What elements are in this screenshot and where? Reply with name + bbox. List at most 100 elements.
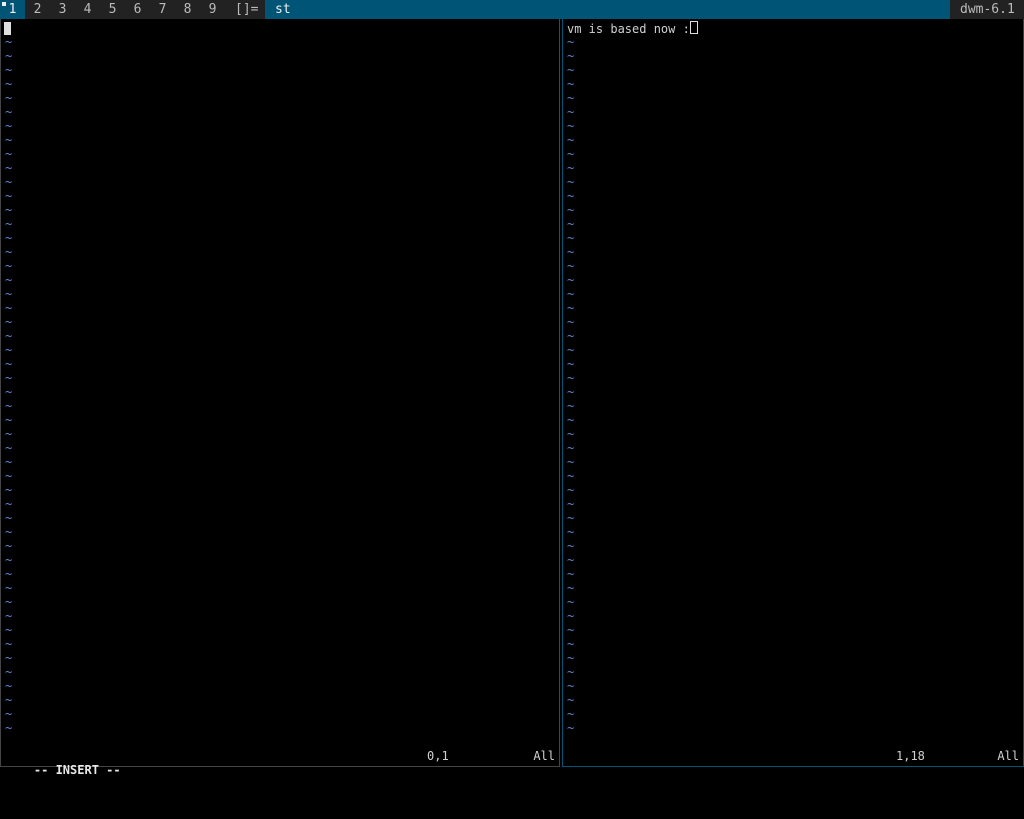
tilde-marker: ~ (567, 623, 575, 637)
tilde-marker: ~ (567, 35, 575, 49)
cursor-position: 1,18 (896, 749, 925, 763)
tilde-marker: ~ (5, 679, 13, 693)
tilde-marker: ~ (5, 259, 13, 273)
dwm-status-bar: 1 2 3 4 5 6 7 8 9 []= st dwm-6.1 (0, 0, 1024, 19)
tilde-marker: ~ (5, 343, 13, 357)
tag-label: 4 (83, 2, 92, 17)
tilde-marker: ~ (5, 385, 13, 399)
tilde-marker: ~ (5, 245, 13, 259)
tag-label: 5 (108, 2, 117, 17)
tilde-marker: ~ (5, 637, 13, 651)
tilde-marker: ~ (567, 525, 575, 539)
tilde-marker: ~ (567, 371, 575, 385)
tilde-marker: ~ (567, 665, 575, 679)
tilde-marker: ~ (5, 413, 13, 427)
tag-8[interactable]: 8 (175, 0, 200, 19)
tilde-marker: ~ (567, 651, 575, 665)
terminal-window-right[interactable]: vm is based now : ~ ~ ~ ~ ~ ~ ~ ~ ~ ~ ~ ~ ~ ~ ~ ~ ~ ~ ~ ~ ~ ~… (562, 19, 1024, 767)
tilde-marker: ~ (5, 581, 13, 595)
tilde-marker: ~ (567, 203, 575, 217)
tilde-marker: ~ (5, 301, 13, 315)
window-title[interactable]: st (265, 0, 950, 19)
tilde-marker: ~ (5, 133, 13, 147)
occupied-indicator-icon (2, 2, 6, 6)
tilde-marker: ~ (5, 721, 13, 735)
tilde-marker: ~ (567, 217, 575, 231)
tilde-marker: ~ (5, 371, 13, 385)
tilde-marker: ~ (5, 567, 13, 581)
tilde-marker: ~ (5, 511, 13, 525)
tilde-marker: ~ (5, 623, 13, 637)
tilde-marker: ~ (567, 63, 575, 77)
tilde-marker: ~ (5, 63, 13, 77)
tilde-marker: ~ (567, 469, 575, 483)
tag-5[interactable]: 5 (100, 0, 125, 19)
tilde-marker: ~ (567, 161, 575, 175)
tilde-marker: ~ (5, 665, 13, 679)
tilde-marker: ~ (567, 707, 575, 721)
tag-9[interactable]: 9 (200, 0, 225, 19)
buffer-line-1[interactable]: vm is based now : (567, 21, 698, 36)
tag-4[interactable]: 4 (75, 0, 100, 19)
tilde-marker: ~ (567, 413, 575, 427)
tag-label: 7 (158, 2, 167, 17)
tilde-marker: ~ (5, 525, 13, 539)
tilde-marker: ~ (567, 455, 575, 469)
tag-label: 3 (58, 2, 67, 17)
tilde-marker: ~ (5, 441, 13, 455)
scroll-indicator: All (997, 749, 1019, 763)
tilde-marker: ~ (567, 609, 575, 623)
tilde-marker: ~ (567, 189, 575, 203)
tilde-marker: ~ (5, 693, 13, 707)
tilde-marker: ~ (567, 231, 575, 245)
tilde-marker: ~ (5, 595, 13, 609)
layout-symbol[interactable]: []= (225, 0, 265, 19)
tag-label: 2 (33, 2, 42, 17)
tilde-marker: ~ (5, 483, 13, 497)
tilde-marker: ~ (567, 511, 575, 525)
tilde-marker: ~ (5, 189, 13, 203)
tilde-marker: ~ (567, 175, 575, 189)
tilde-marker: ~ (567, 49, 575, 63)
tilde-marker: ~ (5, 399, 13, 413)
tilde-marker: ~ (567, 567, 575, 581)
status-text[interactable]: dwm-6.1 (950, 0, 1024, 19)
tilde-marker: ~ (567, 385, 575, 399)
tag-1[interactable]: 1 (0, 0, 25, 19)
tilde-marker: ~ (567, 553, 575, 567)
mode-indicator: -- INSERT -- (33, 763, 121, 777)
tilde-marker: ~ (5, 497, 13, 511)
tilde-marker: ~ (567, 637, 575, 651)
tag-6[interactable]: 6 (125, 0, 150, 19)
tilde-marker: ~ (567, 595, 575, 609)
tilde-marker: ~ (567, 427, 575, 441)
tilde-marker: ~ (5, 609, 13, 623)
tag-2[interactable]: 2 (25, 0, 50, 19)
buffer-text: vm is based now : (567, 22, 690, 36)
tilde-marker: ~ (567, 77, 575, 91)
tilde-marker: ~ (5, 147, 13, 161)
normal-cursor (689, 21, 698, 34)
tilde-marker: ~ (567, 357, 575, 371)
tilde-marker: ~ (5, 91, 13, 105)
tilde-marker: ~ (5, 455, 13, 469)
tilde-marker: ~ (567, 91, 575, 105)
tilde-marker: ~ (5, 217, 13, 231)
tilde-marker: ~ (567, 329, 575, 343)
insert-cursor (4, 22, 11, 35)
tilde-marker: ~ (5, 553, 13, 567)
tag-7[interactable]: 7 (150, 0, 175, 19)
tilde-marker: ~ (5, 77, 13, 91)
tilde-marker: ~ (5, 231, 13, 245)
tag-label: 8 (183, 2, 192, 17)
tag-label: 1 (8, 2, 17, 17)
tilde-marker: ~ (5, 427, 13, 441)
tilde-marker: ~ (5, 273, 13, 287)
tag-label: 9 (208, 2, 217, 17)
tilde-marker: ~ (567, 259, 575, 273)
terminal-window-left[interactable]: ~ ~ ~ ~ ~ ~ ~ ~ ~ ~ ~ ~ ~ ~ ~ ~ ~ ~ ~ ~ ~ ~ ~ ~ ~ ~ ~ ~ ~ ~ ~ ~ ~ ~ ~ ~ ~ ~ ~ ~… (0, 19, 560, 777)
tag-3[interactable]: 3 (50, 0, 75, 19)
tilde-marker: ~ (5, 315, 13, 329)
tilde-marker: ~ (567, 497, 575, 511)
tilde-marker: ~ (567, 245, 575, 259)
